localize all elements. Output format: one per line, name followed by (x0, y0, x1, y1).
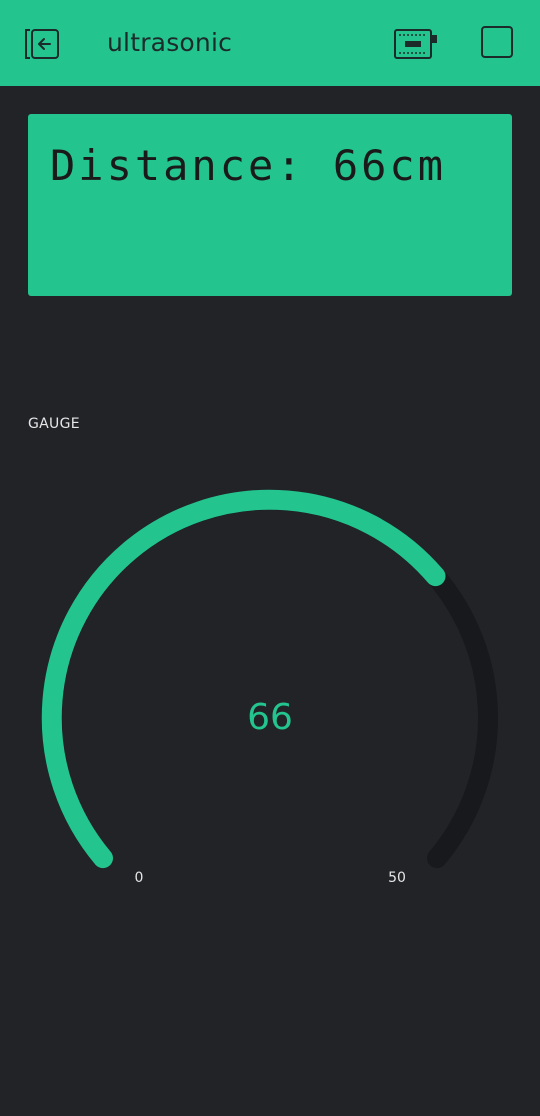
gauge-widget (41, 489, 498, 869)
gauge-fill (41, 489, 446, 869)
gauge-min-label: 0 (134, 870, 144, 886)
app-toolbar: ultrasonic (0, 0, 540, 86)
gauge-label: GAUGE (28, 416, 80, 432)
play-stop-button[interactable] (481, 26, 513, 58)
exit-project-icon[interactable] (22, 26, 62, 62)
gauge-value: 66 (247, 697, 293, 738)
lcd-display: Distance: 66cm (28, 114, 512, 296)
device-status-icon[interactable] (393, 27, 439, 61)
lcd-line-1: Distance: 66cm (50, 141, 447, 190)
gauge-max-label: 50 (388, 870, 406, 886)
project-title: ultrasonic (107, 28, 233, 57)
